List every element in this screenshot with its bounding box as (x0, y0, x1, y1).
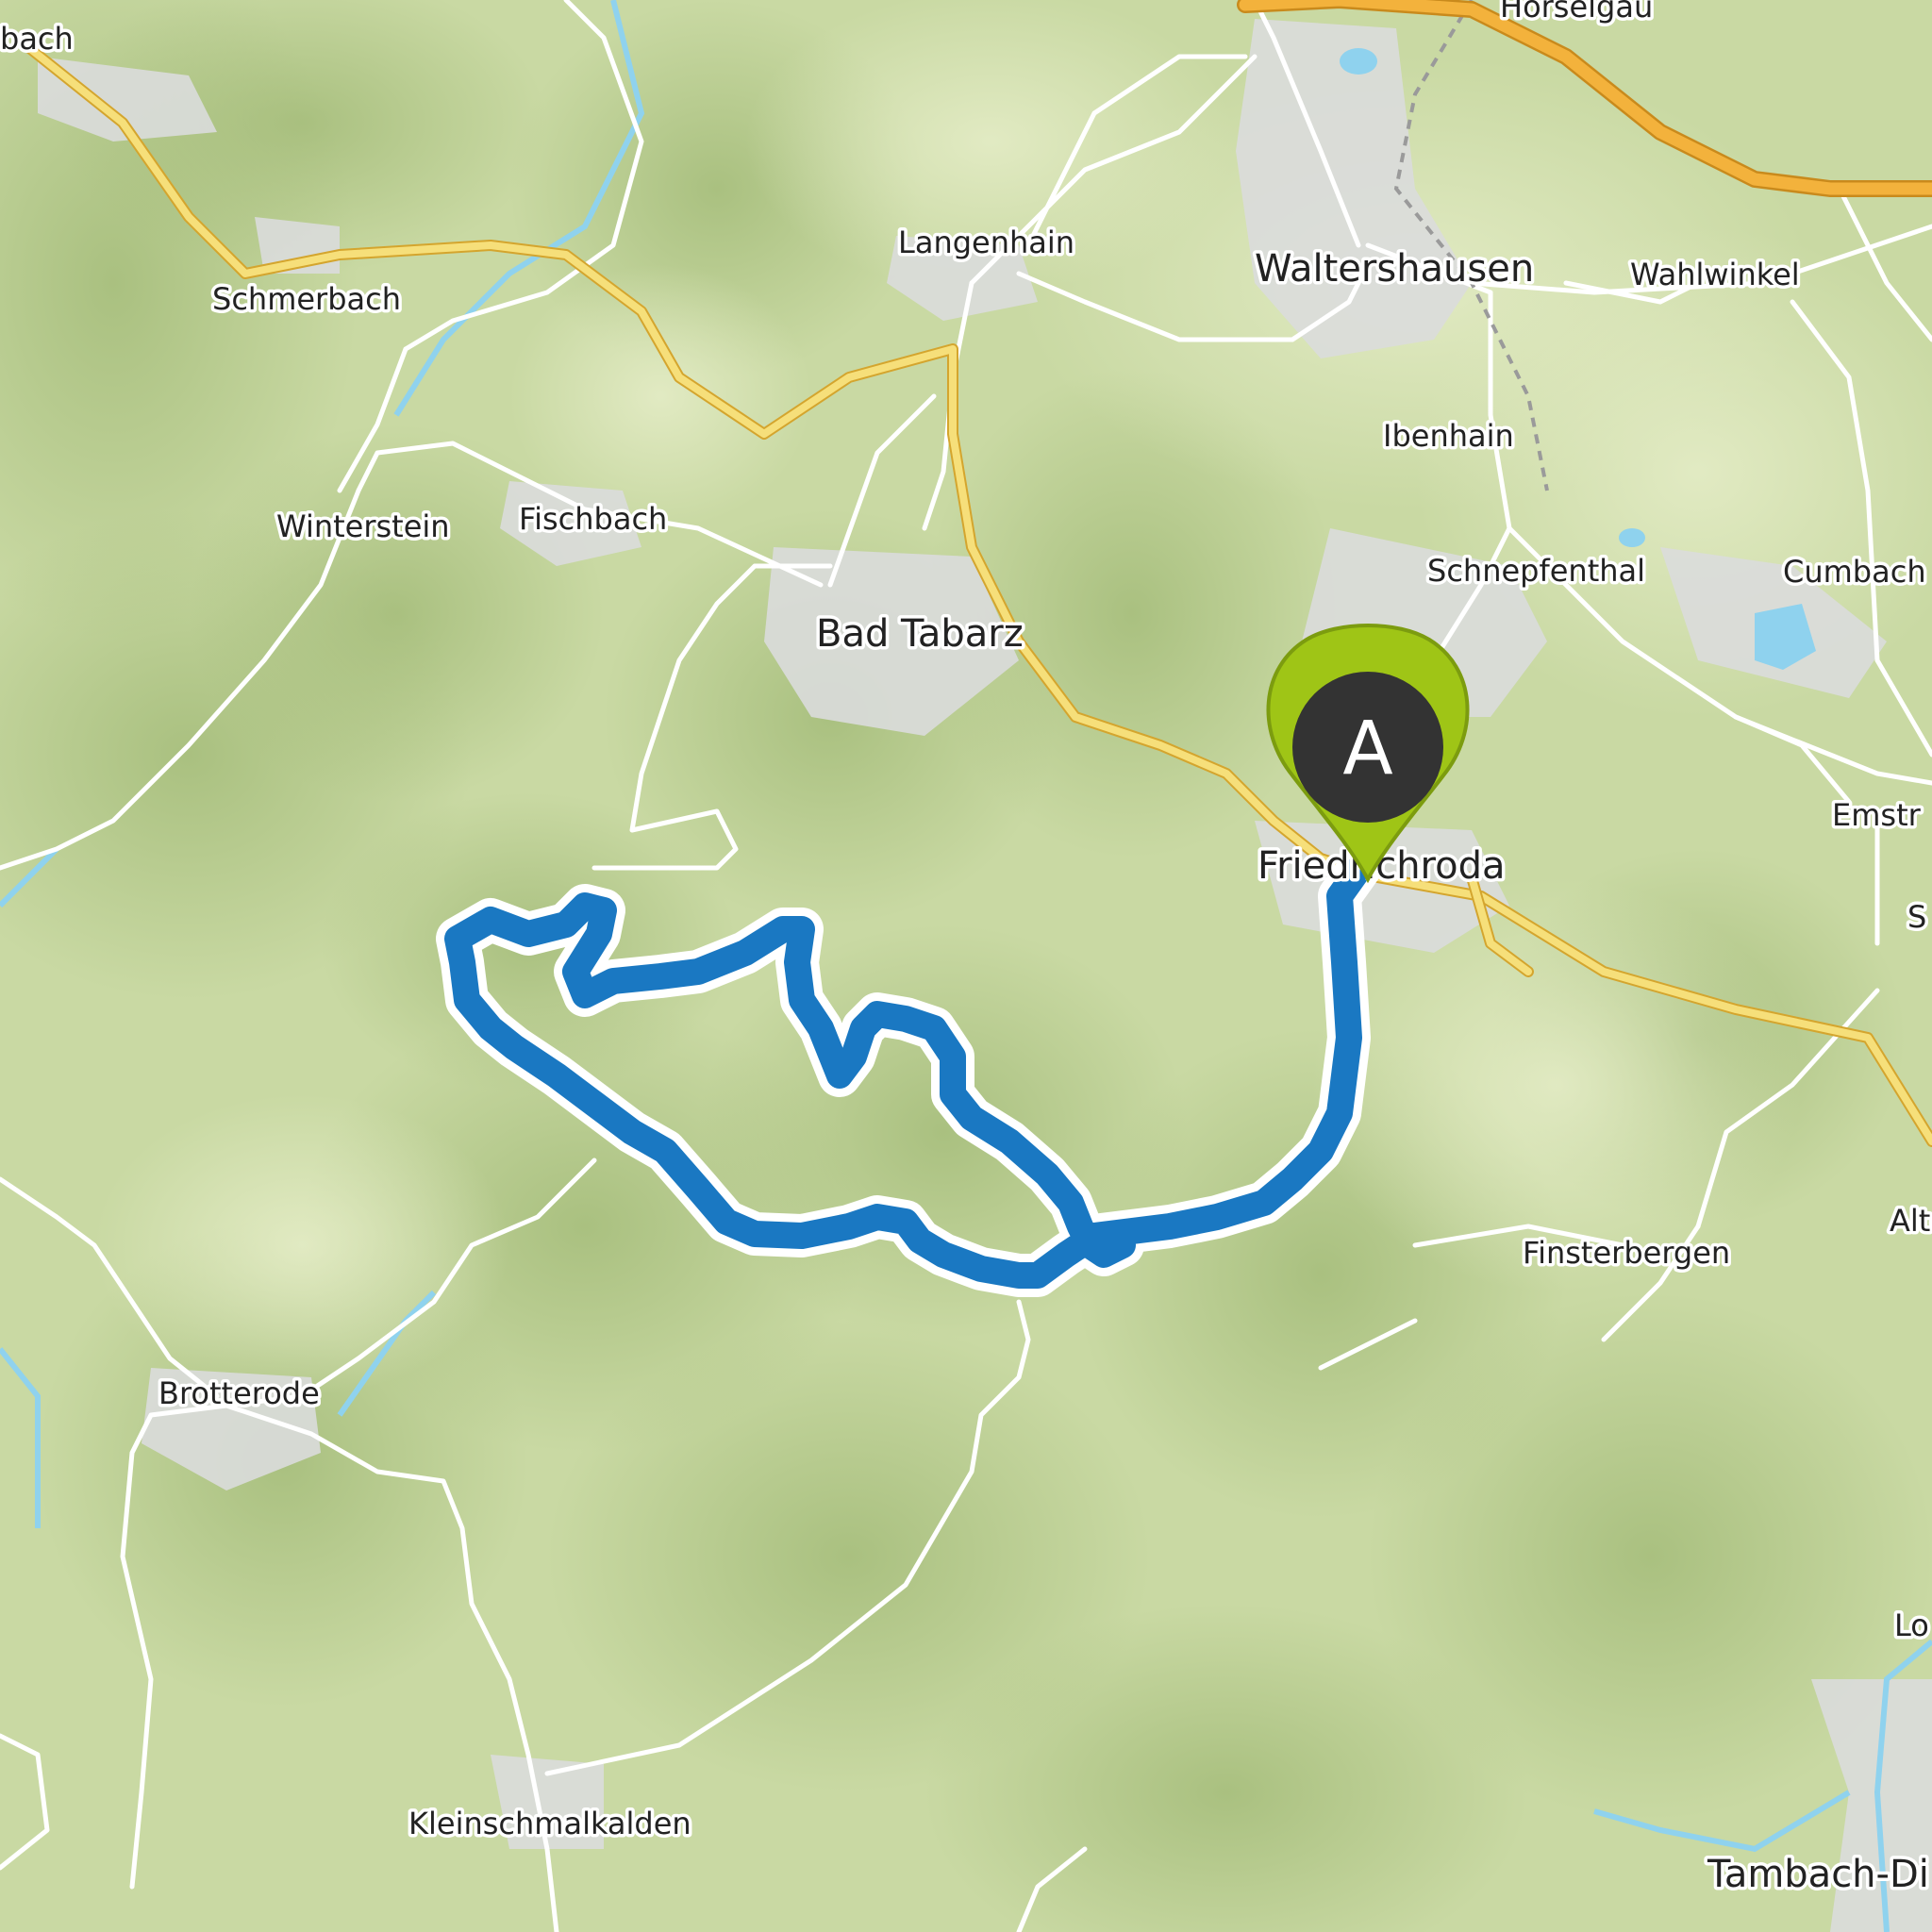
label-langenhain: Langenhain (898, 225, 1074, 260)
label-schmerbach: Schmerbach (212, 281, 401, 317)
label-bach: bach (0, 21, 74, 57)
label-alten: Alten (1890, 1203, 1932, 1239)
label-lo: Lo (1894, 1607, 1929, 1643)
map-canvas[interactable]: Hörselgau bach Schmerbach Langenhain Wal… (0, 0, 1932, 1932)
label-winterstein: Winterstein (276, 508, 450, 544)
label-horselgau: Hörselgau (1500, 0, 1653, 25)
label-s: S (1907, 899, 1926, 935)
label-tambach: Tambach-Di (1707, 1853, 1929, 1896)
label-wahlwinkel: Wahlwinkel (1630, 257, 1800, 292)
label-cumbach: Cumbach (1783, 554, 1926, 590)
label-schnepfenthal: Schnepfenthal (1427, 553, 1645, 589)
label-waltershausen: Waltershausen (1255, 247, 1534, 291)
label-kleinschmalkalden: Kleinschmalkalden (408, 1806, 691, 1841)
label-finsterbergen: Finsterbergen (1523, 1235, 1730, 1271)
label-ibenhain: Ibenhain (1383, 418, 1514, 454)
label-emstr: Emstr (1832, 797, 1922, 833)
label-bad-tabarz: Bad Tabarz (816, 612, 1024, 656)
label-fischbach: Fischbach (519, 501, 667, 537)
marker-letter: A (1342, 707, 1392, 791)
label-brotterode: Brotterode (158, 1375, 320, 1411)
